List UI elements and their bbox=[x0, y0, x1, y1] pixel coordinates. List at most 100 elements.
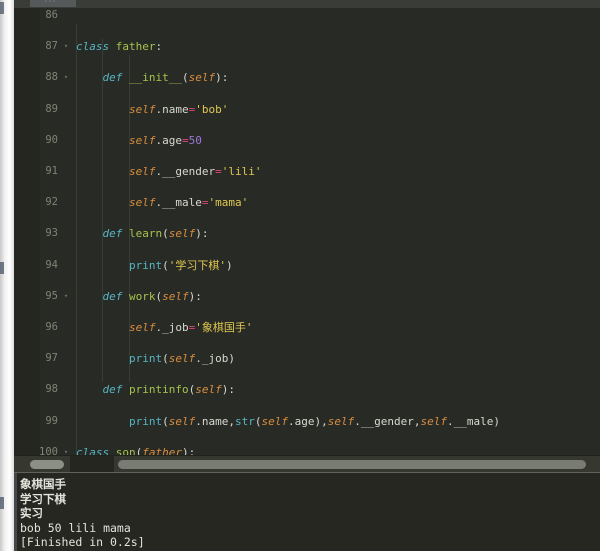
token-kw: class bbox=[76, 445, 116, 455]
token-self: self bbox=[168, 352, 196, 366]
token-param: self bbox=[188, 71, 216, 85]
content-scroll-thumb[interactable] bbox=[118, 460, 586, 469]
code-line-source: self.__male='mama' bbox=[76, 195, 248, 211]
code-line-source: self._job='象棋国手' bbox=[76, 320, 253, 336]
token-kw: def bbox=[102, 383, 129, 397]
build-output-console[interactable]: 象棋国手 学习下棋 实习 bob 50 lili mama [Finished in 0… bbox=[14, 472, 600, 551]
line-number: 87 bbox=[45, 40, 58, 53]
token-self: self bbox=[128, 133, 156, 147]
token-str: 'mama' bbox=[208, 196, 249, 210]
token-attr: .age bbox=[155, 133, 182, 147]
token-self: self bbox=[128, 102, 156, 116]
console-output-line: bob 50 lili mama bbox=[20, 520, 131, 535]
code-line[interactable]: 97 print(self._job) bbox=[14, 351, 600, 367]
code-line[interactable]: 96 self._job='象棋国手' bbox=[14, 320, 600, 336]
code-line[interactable]: 99 print(self.name,str(self.age),self.__… bbox=[14, 414, 600, 430]
token-attr: .__gender bbox=[155, 164, 216, 178]
console-output-line: 实习 bbox=[20, 506, 43, 520]
token-param: father bbox=[142, 445, 182, 455]
code-line-source: print('学习下棋') bbox=[76, 258, 233, 274]
token-plain: ) bbox=[225, 258, 233, 272]
code-line-source: self.name='bob' bbox=[76, 102, 228, 118]
line-number: 99 bbox=[45, 414, 58, 427]
window-left-frame bbox=[0, 0, 14, 551]
token-plain: ): bbox=[188, 289, 202, 303]
token-str: '象棋国手' bbox=[195, 320, 253, 334]
code-line[interactable]: 93 def learn(self): bbox=[14, 226, 600, 242]
token-builtin: str bbox=[234, 414, 255, 428]
code-line[interactable]: 98 def printinfo(self): bbox=[14, 382, 600, 398]
fold-arrow-icon[interactable]: ▾ bbox=[62, 289, 70, 305]
token-op: = bbox=[181, 133, 189, 147]
token-attr: .name bbox=[155, 102, 189, 116]
token-op: = bbox=[215, 164, 222, 178]
code-line[interactable]: 92 self.__male='mama' bbox=[14, 195, 600, 211]
token-attr: .age), bbox=[287, 414, 328, 428]
line-number: 94 bbox=[45, 258, 58, 271]
line-number: 88 bbox=[45, 71, 58, 84]
code-line-list[interactable]: 86 87 ▾ class father: 88 ▾ def __init__(self)… bbox=[14, 8, 600, 455]
code-line[interactable]: 88 ▾ def __init__(self): bbox=[14, 70, 600, 86]
code-line[interactable]: 95 ▾ def work(self): bbox=[14, 289, 600, 305]
token-plain: ( bbox=[162, 258, 169, 272]
token-plain: ): bbox=[221, 383, 235, 397]
token-self: self bbox=[327, 414, 355, 428]
code-line[interactable]: 87 ▾ class father: bbox=[14, 39, 600, 55]
token-cls: father bbox=[115, 40, 156, 54]
code-line[interactable]: 90 self.age=50 bbox=[14, 133, 600, 149]
token-str: 'bob' bbox=[195, 102, 229, 116]
code-line-source: self.age=50 bbox=[76, 133, 202, 149]
console-output-line: 学习下棋 bbox=[20, 491, 66, 506]
line-number: 95 bbox=[45, 289, 58, 302]
token-builtin: print bbox=[128, 352, 163, 366]
fold-arrow-icon[interactable]: ▾ bbox=[62, 445, 70, 455]
line-number: 89 bbox=[45, 102, 58, 115]
gutter-scroll-thumb[interactable] bbox=[30, 460, 64, 469]
code-line-source: def __init__(self): bbox=[76, 70, 229, 86]
fold-arrow-icon[interactable]: ▾ bbox=[62, 70, 70, 86]
token-str: 'lili' bbox=[221, 164, 262, 178]
token-attr: .__male) bbox=[446, 414, 500, 428]
token-cls: son bbox=[115, 445, 136, 455]
token-plain: ( bbox=[162, 227, 169, 241]
token-self: self bbox=[128, 320, 156, 334]
code-line[interactable]: 86 bbox=[14, 8, 600, 24]
frame-mark-bottom bbox=[0, 497, 4, 509]
token-self: self bbox=[128, 196, 156, 210]
code-line[interactable]: 89 self.name='bob' bbox=[14, 102, 600, 118]
code-line[interactable]: 94 print('学习下棋') bbox=[14, 258, 600, 274]
line-number: 90 bbox=[45, 133, 58, 146]
line-number: 91 bbox=[45, 164, 58, 177]
token-plain: ( bbox=[162, 352, 169, 366]
code-line[interactable]: 100 ▾ class son(father): bbox=[14, 445, 600, 455]
code-line-source: def learn(self): bbox=[76, 226, 209, 242]
token-builtin: print bbox=[128, 414, 163, 428]
token-self: self bbox=[261, 414, 288, 428]
token-kw: class bbox=[76, 40, 116, 54]
horizontal-scrollbar-strip[interactable] bbox=[14, 455, 600, 473]
token-fn: printinfo bbox=[129, 383, 189, 397]
token-plain: ( bbox=[162, 414, 169, 428]
code-line-source: class son(father): bbox=[76, 445, 195, 455]
code-editor-pane[interactable]: 86 87 ▾ class father: 88 ▾ def __init__(self)… bbox=[14, 8, 600, 455]
code-editor-window: ··· 86 87 ▾ class father: 88 ▾ def __init__(s… bbox=[0, 0, 600, 551]
token-param: self bbox=[195, 383, 222, 397]
window-tab-strip: ··· bbox=[14, 0, 600, 8]
token-attr: ._job bbox=[195, 352, 229, 366]
token-plain: ): bbox=[195, 227, 209, 241]
fold-arrow-icon[interactable]: ▾ bbox=[62, 39, 70, 55]
token-self: self bbox=[420, 414, 447, 428]
token-attr: .__male bbox=[155, 196, 202, 210]
code-line[interactable]: 91 self.__gender='lili' bbox=[14, 164, 600, 180]
token-plain: ( bbox=[181, 71, 189, 85]
line-number: 98 bbox=[45, 383, 58, 396]
code-line-source: def printinfo(self): bbox=[76, 382, 235, 398]
